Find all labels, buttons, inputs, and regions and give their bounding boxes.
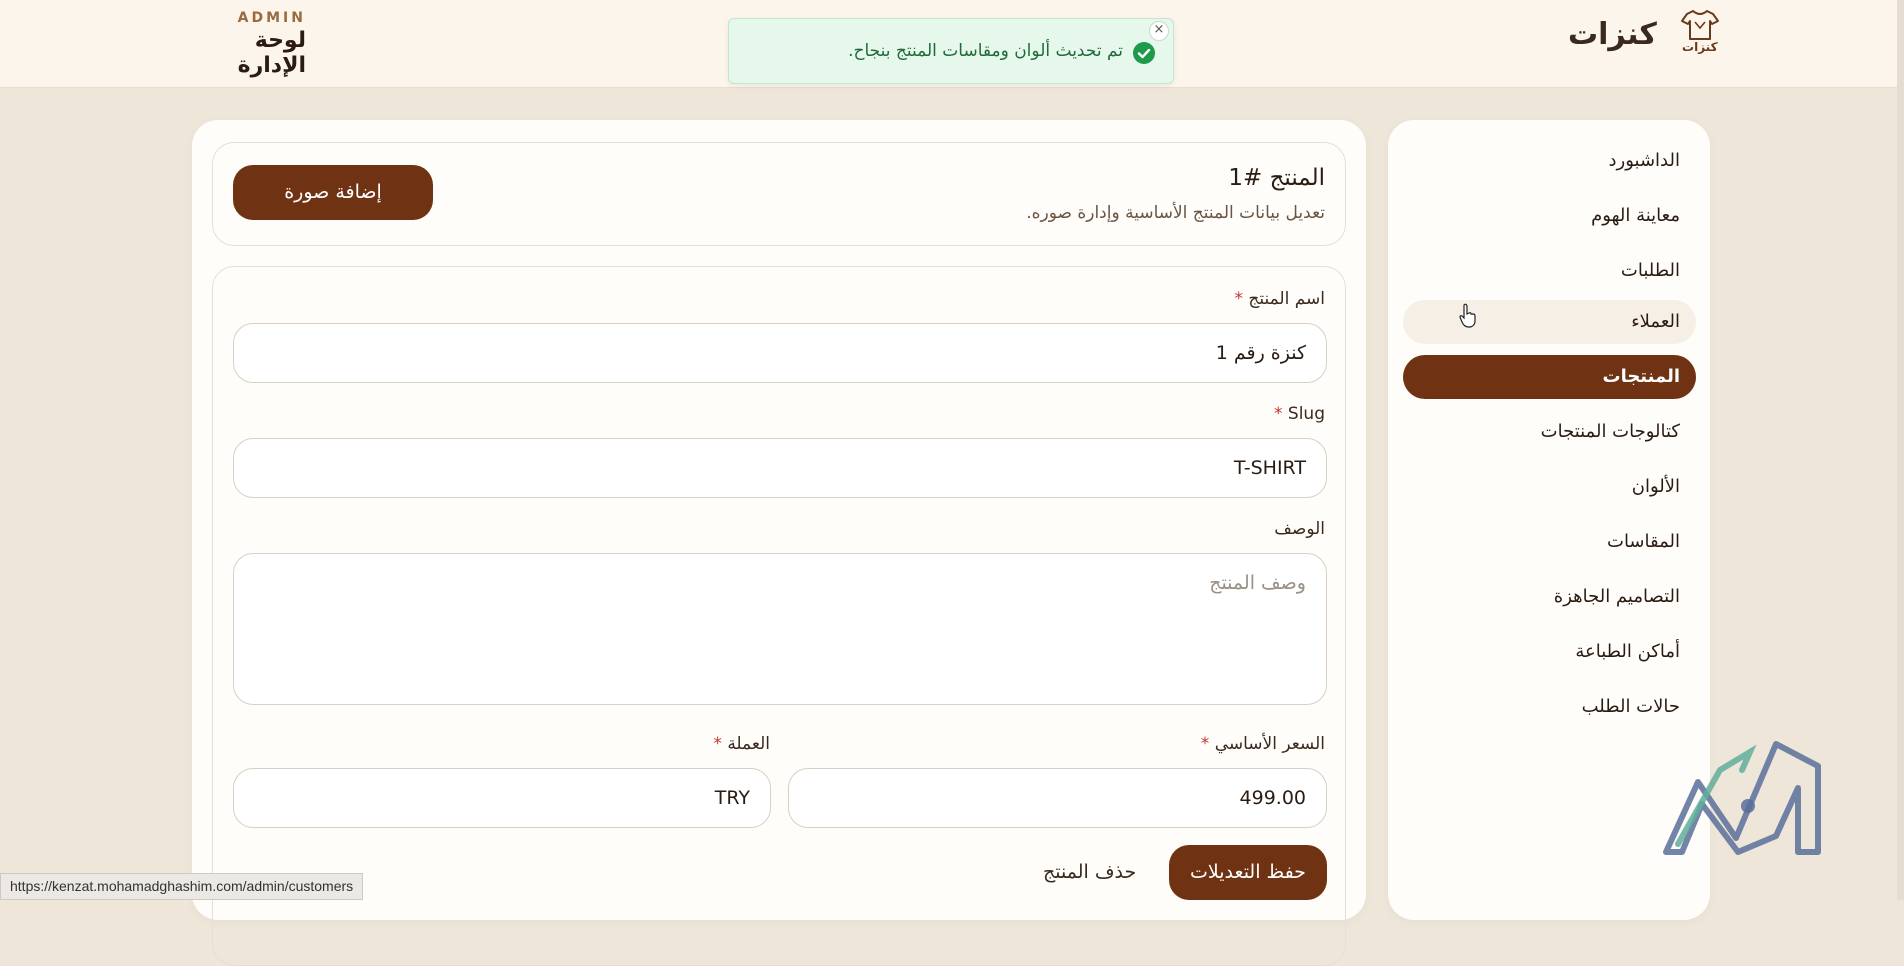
sidebar-item-product-catalogs[interactable]: كتالوجات المنتجات (1403, 410, 1696, 454)
hand-cursor-icon (1459, 303, 1476, 328)
required-mark: * (713, 734, 722, 754)
tshirt-icon (1680, 10, 1719, 40)
sidebar-item-order-statuses[interactable]: حالات الطلب (1403, 685, 1696, 729)
brand-name: كنزات (1568, 16, 1657, 52)
add-image-button[interactable]: إضافة صورة (233, 165, 433, 220)
sidebar-item-products[interactable]: المنتجات (1403, 355, 1696, 399)
sidebar-item-print-locations[interactable]: أماكن الطباعة (1403, 630, 1696, 674)
product-edit-card: المنتج #1 تعديل بيانات المنتج الأساسية و… (192, 120, 1366, 966)
page-scrollbar[interactable] (1897, 0, 1904, 900)
name-label-text: اسم المنتج (1248, 289, 1325, 309)
currency-field[interactable]: TRY (233, 768, 771, 828)
product-subtitle: تعديل بيانات المنتج الأساسية وإدارة صوره… (1026, 203, 1325, 223)
brand-logo-text: كنزات (1682, 40, 1718, 54)
watermark-logo-icon (1663, 741, 1821, 855)
admin-label: ADMIN (237, 10, 306, 26)
product-name-field[interactable]: كنزة رقم 1 (233, 323, 1327, 383)
status-bar-url: https://kenzat.mohamadghashim.com/admin/… (0, 873, 364, 900)
brand-logo: كنزات (1677, 8, 1723, 60)
sidebar-item-customers[interactable]: العملاء (1403, 300, 1696, 344)
check-circle-icon (1133, 42, 1155, 64)
required-mark: * (1274, 404, 1283, 424)
required-mark: * (1200, 734, 1210, 754)
name-label: اسم المنتج * (1234, 289, 1325, 309)
sidebar-item-colors[interactable]: الألوان (1403, 465, 1696, 509)
delete-product-button[interactable]: حذف المنتج (1043, 861, 1136, 883)
product-header: المنتج #1 تعديل بيانات المنتج الأساسية و… (212, 142, 1346, 246)
admin-heading: ADMIN لوحة الإدارة (190, 10, 306, 78)
currency-label: العملة * (713, 734, 770, 754)
slug-label-text: Slug (1287, 404, 1325, 424)
toast-close-button[interactable]: × (1149, 21, 1169, 41)
description-label: الوصف (1274, 519, 1325, 539)
price-label: السعر الأساسي * (1201, 734, 1325, 754)
price-label-text: السعر الأساسي (1214, 734, 1325, 754)
sidebar-item-orders[interactable]: الطلبات (1403, 249, 1696, 293)
save-changes-button[interactable]: حفظ التعديلات (1169, 845, 1327, 900)
slug-label: Slug * (1274, 404, 1325, 424)
product-form: اسم المنتج * كنزة رقم 1 Slug * T-SHIRT ا… (212, 266, 1346, 966)
sidebar-item-dashboard[interactable]: الداشبورد (1403, 139, 1696, 183)
sidebar-item-home-preview[interactable]: معاينة الهوم (1403, 194, 1696, 238)
required-mark: * (1234, 289, 1243, 309)
description-textarea[interactable]: وصف المنتج (233, 553, 1327, 705)
product-title: المنتج #1 (1228, 165, 1325, 191)
sidebar-item-ready-designs[interactable]: التصاميم الجاهزة (1403, 575, 1696, 619)
success-toast: تم تحديث ألوان ومقاسات المنتج بنجاح. × (728, 18, 1174, 84)
admin-title: لوحة الإدارة (237, 28, 306, 78)
currency-label-text: العملة (727, 734, 770, 754)
sidebar-item-sizes[interactable]: المقاسات (1403, 520, 1696, 564)
slug-field[interactable]: T-SHIRT (233, 438, 1327, 498)
base-price-field[interactable]: 499.00 (788, 768, 1327, 828)
toast-message: تم تحديث ألوان ومقاسات المنتج بنجاح. (848, 41, 1123, 61)
brand[interactable]: كنزات كنزات (1568, 8, 1723, 60)
